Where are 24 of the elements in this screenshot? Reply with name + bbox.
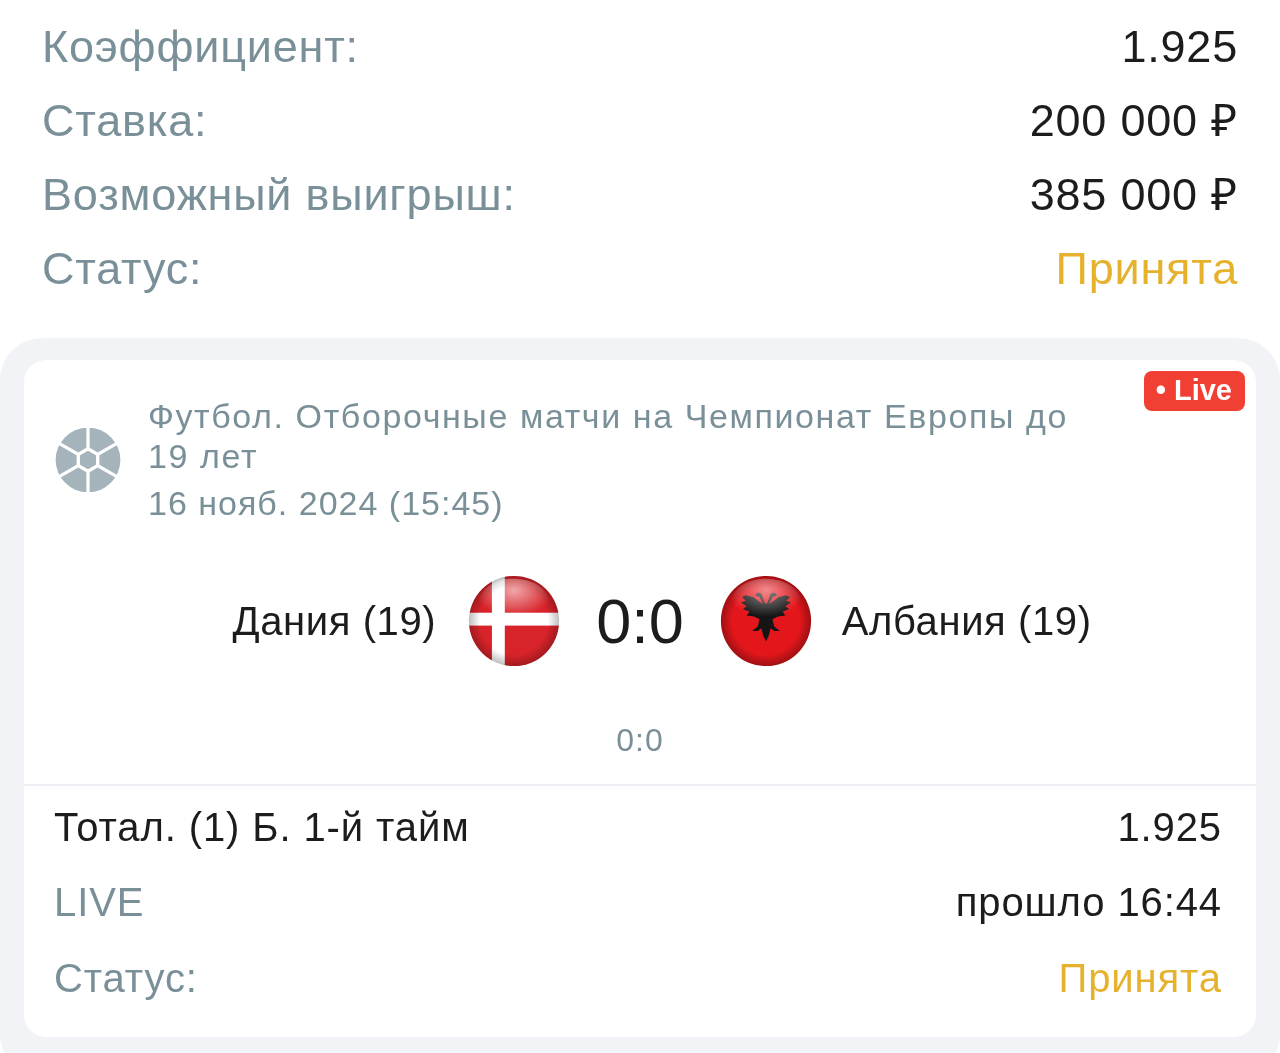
- row-label: Статус:: [42, 243, 203, 295]
- status-value: Принята: [1055, 243, 1238, 295]
- row-label: Ставка:: [42, 95, 208, 147]
- odds-value: 1.925: [1117, 803, 1222, 850]
- row-value: 1.925: [1121, 21, 1238, 73]
- tournament-title: Футбол. Отборочные матчи на Чемпионат Европы до 19 лет: [148, 396, 1069, 476]
- row-label: Статус:: [54, 954, 198, 1001]
- row-label: Коэффициент:: [42, 21, 359, 73]
- team-name: Албания (19): [841, 598, 1092, 644]
- row-value: 200 000 ₽: [1029, 95, 1238, 147]
- live-badge: • Live: [1143, 371, 1245, 411]
- team-name: Дания (19): [232, 598, 437, 644]
- match-date: 16 нояб. 2024 (15:45): [148, 483, 505, 523]
- row-value: прошло 16:44: [955, 879, 1222, 926]
- status-value: Принята: [1058, 954, 1222, 1001]
- row-label: LIVE: [54, 879, 145, 926]
- eagle-flag-icon: [719, 575, 812, 667]
- cross-flag-icon: [468, 575, 561, 667]
- period-score: 0:0: [616, 722, 664, 758]
- match-score: 0:0: [595, 585, 685, 658]
- soccer-ball-icon: [55, 426, 121, 493]
- row-value: 385 000 ₽: [1029, 169, 1238, 221]
- market-name: Тотал. (1) Б. 1-й тайм: [54, 803, 470, 850]
- row-label: Возможный выигрыш:: [42, 169, 516, 221]
